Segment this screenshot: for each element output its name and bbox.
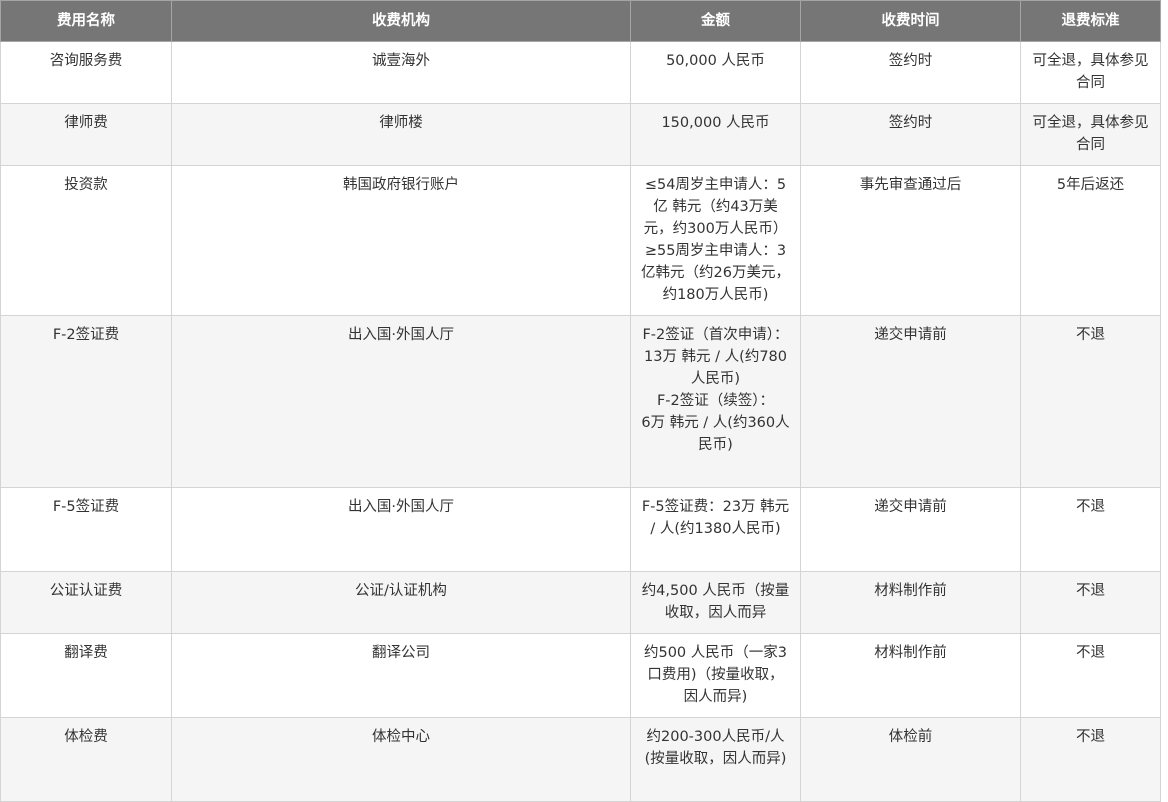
charge-time-cell: 体检前 [800,717,1021,802]
table-row: 体检费 体检中心 约200-300人民币/人(按量收取，因人而异) 体检前 不退 [0,717,1161,802]
agency-cell: 韩国政府银行账户 [171,165,631,316]
fee-name-cell: 咨询服务费 [0,41,172,104]
fee-table: 费用名称 收费机构 金额 收费时间 退费标准 咨询服务费 诚壹海外 50,000… [0,0,1161,802]
header-charge-time: 收费时间 [800,0,1021,42]
header-amount: 金额 [630,0,801,42]
amount-cell: ≤54周岁主申请人：5亿 韩元（约43万美元，约300万人民币）≥55周岁主申请… [630,165,801,316]
header-row: 费用名称 收费机构 金额 收费时间 退费标准 [0,0,1161,42]
header-collecting-agency: 收费机构 [171,0,631,42]
amount-cell: 约200-300人民币/人(按量收取，因人而异) [630,717,801,802]
refund-cell: 5年后返还 [1020,165,1161,316]
fee-name-cell: 公证认证费 [0,571,172,634]
charge-time-cell: 递交申请前 [800,487,1021,572]
charge-time-cell: 递交申请前 [800,315,1021,488]
table-row: 翻译费 翻译公司 约500 人民币（一家3口费用)（按量收取，因人而异) 材料制… [0,633,1161,718]
header-fee-name: 费用名称 [0,0,172,42]
agency-cell: 律师楼 [171,103,631,166]
table-body: 咨询服务费 诚壹海外 50,000 人民币 签约时 可全退，具体参见合同 律师费… [0,41,1161,802]
amount-cell: F-2签证（首次申请）： 13万 韩元 / 人(约780人民币) F-2签证（续… [630,315,801,488]
fee-name-cell: 律师费 [0,103,172,166]
fee-name-cell: F-2签证费 [0,315,172,488]
table-header: 费用名称 收费机构 金额 收费时间 退费标准 [0,0,1161,42]
table-row: F-5签证费 出入国·外国人厅 F-5签证费：23万 韩元 / 人(约1380人… [0,487,1161,572]
agency-cell: 出入国·外国人厅 [171,315,631,488]
charge-time-cell: 材料制作前 [800,633,1021,718]
fee-name-cell: 翻译费 [0,633,172,718]
fee-name-cell: 投资款 [0,165,172,316]
amount-cell: 约500 人民币（一家3口费用)（按量收取，因人而异) [630,633,801,718]
refund-cell: 可全退，具体参见合同 [1020,41,1161,104]
agency-cell: 诚壹海外 [171,41,631,104]
amount-cell: 50,000 人民币 [630,41,801,104]
refund-cell: 不退 [1020,633,1161,718]
charge-time-cell: 材料制作前 [800,571,1021,634]
header-refund-policy: 退费标准 [1020,0,1161,42]
charge-time-cell: 签约时 [800,41,1021,104]
table-row: 投资款 韩国政府银行账户 ≤54周岁主申请人：5亿 韩元（约43万美元，约300… [0,165,1161,316]
refund-cell: 不退 [1020,717,1161,802]
fee-name-cell: F-5签证费 [0,487,172,572]
charge-time-cell: 签约时 [800,103,1021,166]
amount-cell: F-5签证费：23万 韩元 / 人(约1380人民币) [630,487,801,572]
amount-cell: 150,000 人民币 [630,103,801,166]
agency-cell: 公证/认证机构 [171,571,631,634]
table-row: F-2签证费 出入国·外国人厅 F-2签证（首次申请）： 13万 韩元 / 人(… [0,315,1161,488]
charge-time-cell: 事先审查通过后 [800,165,1021,316]
refund-cell: 不退 [1020,487,1161,572]
refund-cell: 可全退，具体参见合同 [1020,103,1161,166]
table-row: 咨询服务费 诚壹海外 50,000 人民币 签约时 可全退，具体参见合同 [0,41,1161,104]
fee-name-cell: 体检费 [0,717,172,802]
table-row: 公证认证费 公证/认证机构 约4,500 人民币（按量收取，因人而异 材料制作前… [0,571,1161,634]
table-row: 律师费 律师楼 150,000 人民币 签约时 可全退，具体参见合同 [0,103,1161,166]
agency-cell: 翻译公司 [171,633,631,718]
agency-cell: 出入国·外国人厅 [171,487,631,572]
agency-cell: 体检中心 [171,717,631,802]
refund-cell: 不退 [1020,571,1161,634]
refund-cell: 不退 [1020,315,1161,488]
amount-cell: 约4,500 人民币（按量收取，因人而异 [630,571,801,634]
